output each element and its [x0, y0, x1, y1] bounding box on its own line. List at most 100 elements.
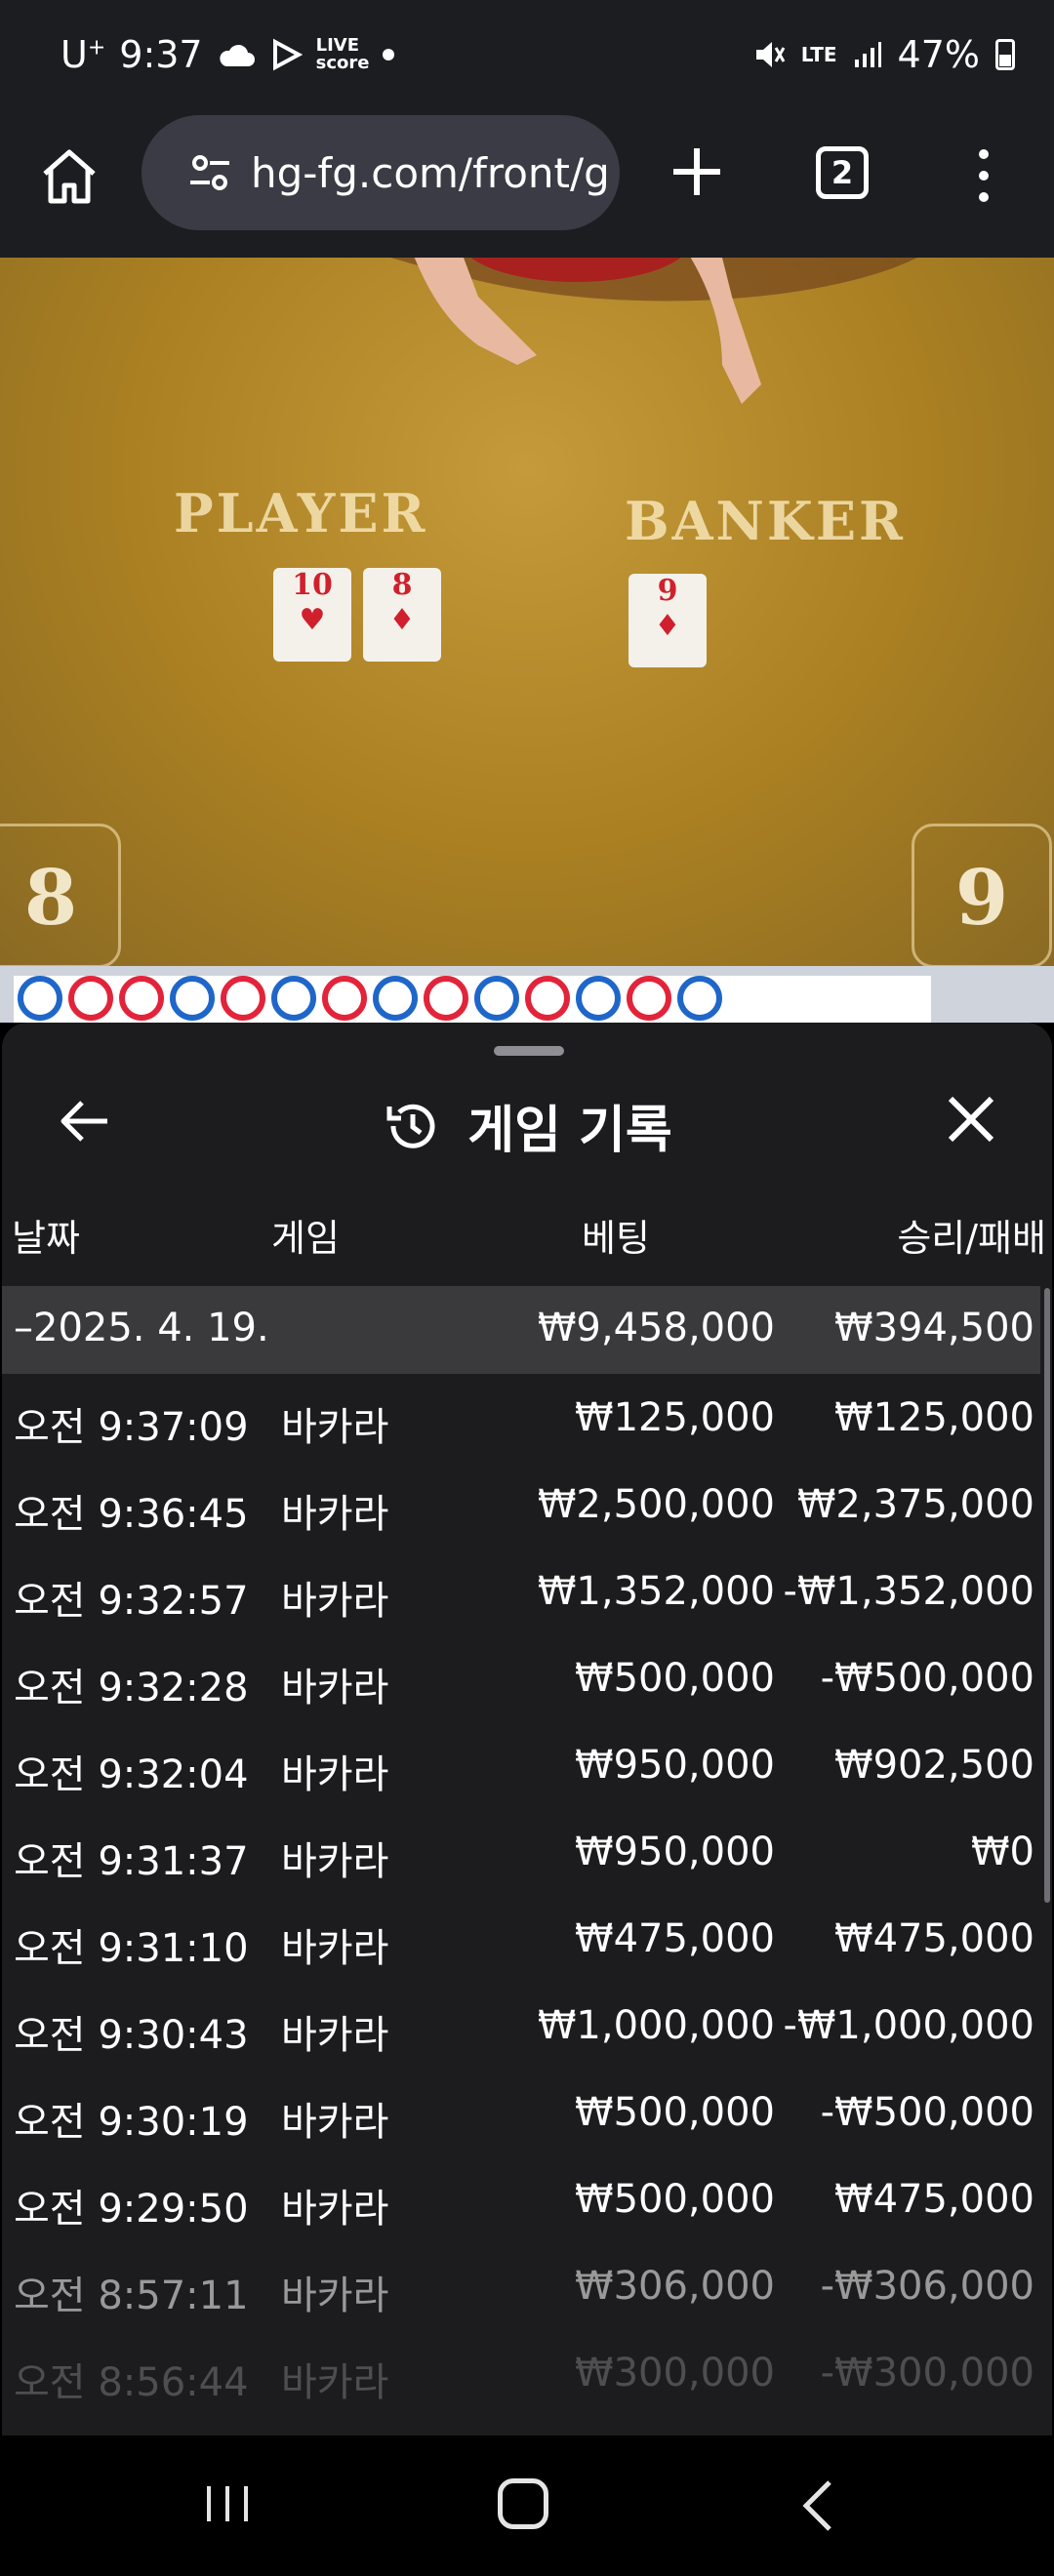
road-bead — [627, 976, 671, 1021]
row-game: 바카라 — [281, 1579, 389, 1624]
history-row[interactable]: 오전 9:29:50 바카라 ₩500,000 ₩475,000 — [2, 2161, 1040, 2248]
history-row[interactable]: 오전 9:30:43 바카라 ₩1,000,000 -₩1,000,000 — [2, 1988, 1040, 2074]
close-icon[interactable] — [943, 1091, 999, 1147]
road-bead — [677, 976, 722, 1021]
row-bet: ₩950,000 — [575, 1830, 775, 1874]
drag-handle[interactable] — [494, 1046, 564, 1056]
player-card-1: 10 ♥ — [273, 568, 351, 662]
row-bet: ₩300,000 — [575, 2351, 775, 2395]
history-row[interactable]: 오전 9:30:19 바카라 ₩500,000 -₩500,000 — [2, 2074, 1040, 2161]
history-list: 오전 9:37:09 바카라 ₩125,000 ₩125,000 오전 9:36:45 바… — [2, 1380, 1040, 2422]
row-bet: ₩1,000,000 — [537, 2003, 775, 2048]
history-row[interactable]: 오전 8:57:11 바카라 ₩306,000 -₩306,000 — [2, 2248, 1040, 2335]
road-bead — [424, 976, 468, 1021]
row-time: 오전 9:36:45 — [14, 1492, 249, 1537]
date-summary-row[interactable]: –2025. 4. 19. ₩9,458,000 ₩394,500 — [2, 1286, 1040, 1374]
more-vert-icon[interactable] — [970, 148, 997, 203]
title-text: 게임 기록 — [467, 1102, 672, 1160]
tabs-button[interactable]: 2 — [816, 146, 869, 199]
cloud-icon — [219, 44, 255, 66]
history-row[interactable]: 오전 9:32:28 바카라 ₩500,000 -₩500,000 — [2, 1640, 1040, 1727]
row-bet: ₩500,000 — [575, 1656, 775, 1701]
row-time: 오전 9:31:10 — [14, 1926, 249, 1971]
live-video[interactable]: PLAYER BANKER 10 ♥ 8 ♦ 9 ♦ 8 9 — [0, 258, 1054, 966]
recent-apps-icon[interactable] — [203, 2482, 252, 2525]
summary-win: ₩394,500 — [834, 1306, 1034, 1350]
history-row[interactable]: 오전 9:32:04 바카라 ₩950,000 ₩902,500 — [2, 1727, 1040, 1814]
row-game: 바카라 — [281, 1926, 389, 1971]
row-game: 바카라 — [281, 1492, 389, 1537]
row-time: 오전 9:32:28 — [14, 1666, 249, 1711]
road-bead — [170, 976, 215, 1021]
row-game: 바카라 — [281, 2100, 389, 2145]
road-bead — [68, 976, 113, 1021]
bead-road-grid — [14, 976, 931, 1023]
status-bar: U+ 9:37 LIVE score LTE 47% — [0, 0, 1054, 115]
row-bet: ₩500,000 — [575, 2090, 775, 2135]
road-bead — [373, 976, 418, 1021]
row-game: 바카라 — [281, 1839, 389, 1884]
nav-home-button[interactable] — [498, 2478, 548, 2529]
home-icon[interactable] — [37, 144, 101, 209]
row-game: 바카라 — [281, 1405, 389, 1450]
road-bead — [474, 976, 519, 1021]
signal-icon — [854, 42, 881, 67]
row-win-loss: -₩500,000 — [820, 2090, 1034, 2135]
row-time: 오전 9:32:04 — [14, 1752, 249, 1797]
road-bead — [221, 976, 265, 1021]
banker-label: BANKER — [625, 490, 906, 552]
status-left: U+ 9:37 LIVE score — [61, 33, 395, 76]
row-game: 바카라 — [281, 1666, 389, 1711]
address-bar[interactable]: hg-fg.com/front/g — [142, 115, 620, 230]
scrollbar[interactable] — [1044, 1288, 1050, 1903]
network-type: LTE — [800, 43, 837, 66]
player-label: PLAYER — [174, 482, 428, 544]
battery-icon — [995, 39, 1015, 70]
row-bet: ₩500,000 — [575, 2177, 775, 2222]
status-right: LTE 47% — [752, 33, 1015, 76]
row-bet: ₩475,000 — [575, 1916, 775, 1961]
game-history-sheet: 게임 기록 날짜 게임 베팅 승리/패배 –2025. 4. 19. ₩9,45… — [2, 1023, 1052, 2435]
history-row[interactable]: 오전 9:37:09 바카라 ₩125,000 ₩125,000 — [2, 1380, 1040, 1467]
road-bead — [271, 976, 316, 1021]
row-win-loss: ₩902,500 — [834, 1743, 1034, 1788]
summary-date: –2025. 4. 19. — [14, 1306, 269, 1350]
summary-bet: ₩9,458,000 — [537, 1306, 775, 1350]
url-text[interactable]: hg-fg.com/front/g — [251, 149, 610, 197]
tune-icon[interactable] — [186, 149, 233, 196]
live-score-badge: LIVE score — [315, 35, 370, 73]
system-nav-bar — [0, 2435, 1054, 2576]
banker-score: 9 — [912, 824, 1052, 966]
road-bead — [119, 976, 164, 1021]
row-win-loss: -₩300,000 — [820, 2351, 1034, 2395]
row-win-loss: -₩1,000,000 — [783, 2003, 1034, 2048]
clock: 9:37 — [119, 33, 203, 76]
column-header-win-loss: 승리/패배 — [897, 1217, 1046, 1260]
history-row[interactable]: 오전 9:31:37 바카라 ₩950,000 ₩0 — [2, 1814, 1040, 1901]
row-bet: ₩125,000 — [575, 1395, 775, 1440]
column-header-bet: 베팅 — [582, 1217, 650, 1260]
row-time: 오전 8:56:44 — [14, 2360, 249, 2405]
row-bet: ₩950,000 — [575, 1743, 775, 1788]
history-row[interactable]: 오전 9:31:10 바카라 ₩475,000 ₩475,000 — [2, 1901, 1040, 1988]
row-win-loss: ₩2,375,000 — [796, 1482, 1034, 1527]
notification-dot — [383, 49, 395, 60]
browser-toolbar: hg-fg.com/front/g 2 — [0, 115, 1054, 258]
row-time: 오전 8:57:11 — [14, 2274, 249, 2318]
row-time: 오전 9:30:43 — [14, 2013, 249, 2058]
banker-card-1: 9 ♦ — [628, 574, 707, 667]
plus-icon[interactable] — [668, 142, 726, 201]
row-time: 오전 9:37:09 — [14, 1405, 249, 1450]
history-row[interactable]: 오전 9:32:57 바카라 ₩1,352,000 -₩1,352,000 — [2, 1553, 1040, 1640]
mute-icon — [755, 42, 786, 67]
road-bead — [525, 976, 570, 1021]
road-bead — [18, 976, 62, 1021]
player-card-2: 8 ♦ — [363, 568, 441, 662]
dealer-image — [390, 258, 917, 404]
row-win-loss: -₩500,000 — [820, 1656, 1034, 1701]
history-row[interactable]: 오전 8:56:44 바카라 ₩300,000 -₩300,000 — [2, 2335, 1040, 2422]
row-win-loss: ₩475,000 — [834, 2177, 1034, 2222]
column-header-date: 날짜 — [12, 1217, 80, 1260]
nav-back-icon[interactable] — [798, 2478, 837, 2533]
history-row[interactable]: 오전 9:36:45 바카라 ₩2,500,000 ₩2,375,000 — [2, 1467, 1040, 1553]
